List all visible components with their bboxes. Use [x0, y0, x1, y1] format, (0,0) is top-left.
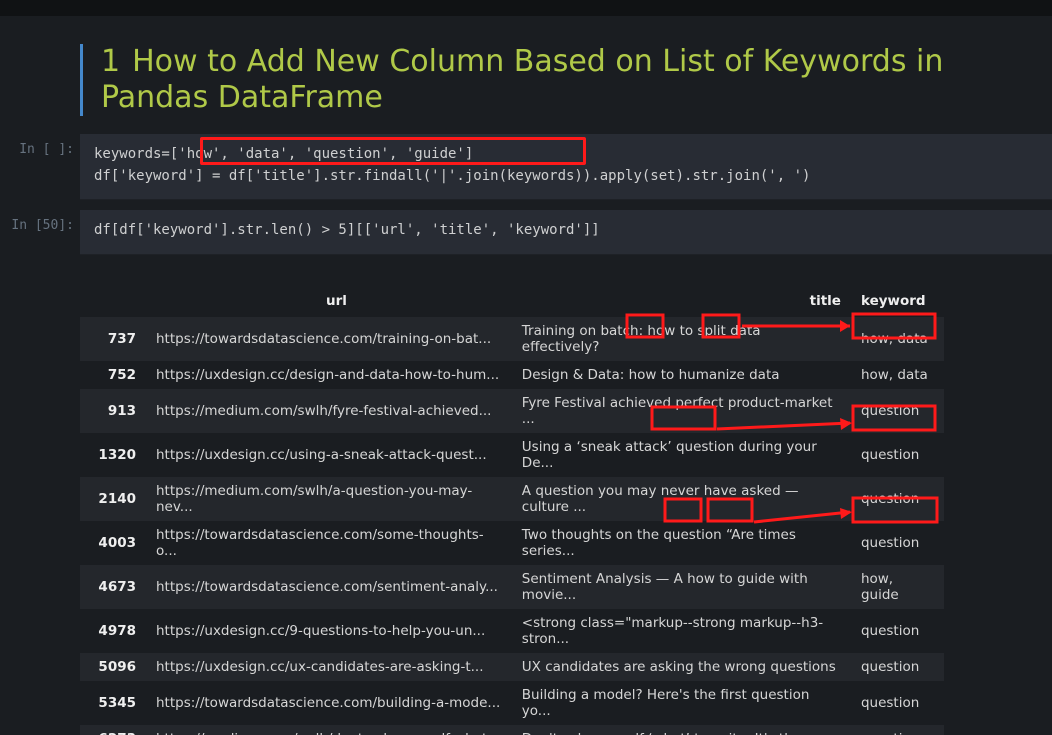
- cell-title: UX candidates are asking the wrong quest…: [512, 653, 851, 681]
- cell-url: https://uxdesign.cc/ux-candidates-are-as…: [146, 653, 512, 681]
- cell-keyword: question: [851, 725, 944, 735]
- col-index: [80, 285, 146, 317]
- code-cell-2: In [50]: df[df['keyword'].str.len() > 5]…: [0, 210, 1052, 255]
- row-index: 6273: [80, 725, 146, 735]
- col-keyword: keyword: [851, 285, 944, 317]
- cell-url: https://uxdesign.cc/using-a-sneak-attack…: [146, 433, 512, 477]
- cell-2-prompt: In [50]:: [0, 218, 74, 233]
- cell-1-line-1: keywords=['how', 'data', 'question', 'gu…: [94, 144, 1038, 166]
- row-index: 737: [80, 317, 146, 361]
- row-index: 5096: [80, 653, 146, 681]
- cell-title: Training on batch: how to split data eff…: [512, 317, 851, 361]
- cell-keyword: how, data: [851, 361, 944, 389]
- table-row: 4003https://towardsdatascience.com/some-…: [80, 521, 944, 565]
- cell-keyword: question: [851, 681, 944, 725]
- cell-title: Don't ask yourself ‘what’ to write. It's…: [512, 725, 851, 735]
- row-index: 5345: [80, 681, 146, 725]
- cell-keyword: question: [851, 389, 944, 433]
- row-index: 4003: [80, 521, 146, 565]
- heading-text: How to Add New Column Based on List of K…: [101, 44, 943, 115]
- row-index: 4978: [80, 609, 146, 653]
- cell-keyword: how, data: [851, 317, 944, 361]
- table-row: 4673https://towardsdatascience.com/senti…: [80, 565, 944, 609]
- cell-url: https://towardsdatascience.com/building-…: [146, 681, 512, 725]
- table-row: 4978https://uxdesign.cc/9-questions-to-h…: [80, 609, 944, 653]
- cell-1-code[interactable]: keywords=['how', 'data', 'question', 'gu…: [80, 134, 1052, 200]
- cell-url: https://towardsdatascience.com/some-thou…: [146, 521, 512, 565]
- dataframe-table: url title keyword 737https://towardsdata…: [80, 285, 944, 735]
- col-title: title: [512, 285, 851, 317]
- cell-2-line-1: df[df['keyword'].str.len() > 5][['url', …: [94, 220, 1038, 242]
- table-row: 2140https://medium.com/swlh/a-question-y…: [80, 477, 944, 521]
- cell-url: https://medium.com/swlh/dont-ask-yoursel…: [146, 725, 512, 735]
- cell-keyword: how, guide: [851, 565, 944, 609]
- table-row: 5096https://uxdesign.cc/ux-candidates-ar…: [80, 653, 944, 681]
- cell-keyword: question: [851, 609, 944, 653]
- cell-keyword: question: [851, 433, 944, 477]
- row-index: 1320: [80, 433, 146, 477]
- cell-keyword: question: [851, 521, 944, 565]
- cell-keyword: question: [851, 477, 944, 521]
- heading-block: 1How to Add New Column Based on List of …: [80, 44, 1052, 116]
- row-index: 2140: [80, 477, 146, 521]
- cell-1-prompt: In [ ]:: [0, 142, 74, 157]
- cell-title: Fyre Festival achieved perfect product-m…: [512, 389, 851, 433]
- cell-title: Building a model? Here's the first quest…: [512, 681, 851, 725]
- table-row: 5345https://towardsdatascience.com/build…: [80, 681, 944, 725]
- row-index: 4673: [80, 565, 146, 609]
- col-url: url: [146, 285, 512, 317]
- cell-title: Sentiment Analysis — A how to guide with…: [512, 565, 851, 609]
- window-topbar: [0, 0, 1052, 16]
- row-index: 752: [80, 361, 146, 389]
- code-cell-1: In [ ]: keywords=['how', 'data', 'questi…: [0, 134, 1052, 200]
- cell-url: https://towardsdatascience.com/sentiment…: [146, 565, 512, 609]
- table-row: 1320https://uxdesign.cc/using-a-sneak-at…: [80, 433, 944, 477]
- cell-url: https://medium.com/swlh/a-question-you-m…: [146, 477, 512, 521]
- table-row: 6273https://medium.com/swlh/dont-ask-you…: [80, 725, 944, 735]
- cell-url: https://uxdesign.cc/9-questions-to-help-…: [146, 609, 512, 653]
- cell-title: Two thoughts on the question “Are times …: [512, 521, 851, 565]
- cell-url: https://towardsdatascience.com/training-…: [146, 317, 512, 361]
- heading-number: 1: [101, 44, 120, 79]
- row-index: 913: [80, 389, 146, 433]
- table-row: 752https://uxdesign.cc/design-and-data-h…: [80, 361, 944, 389]
- cell-title: Design & Data: how to humanize data: [512, 361, 851, 389]
- table-row: 913https://medium.com/swlh/fyre-festival…: [80, 389, 944, 433]
- cell-1-line-2: df['keyword'] = df['title'].str.findall(…: [94, 166, 1038, 188]
- cell-keyword: question: [851, 653, 944, 681]
- cell-title: <strong class="markup--strong markup--h3…: [512, 609, 851, 653]
- cell-url: https://medium.com/swlh/fyre-festival-ac…: [146, 389, 512, 433]
- cell-title: Using a ‘sneak attack’ question during y…: [512, 433, 851, 477]
- table-row: 737https://towardsdatascience.com/traini…: [80, 317, 944, 361]
- output-table-container: url title keyword 737https://towardsdata…: [80, 285, 1052, 735]
- cell-title: A question you may never have asked — cu…: [512, 477, 851, 521]
- cell-url: https://uxdesign.cc/design-and-data-how-…: [146, 361, 512, 389]
- cell-2-code[interactable]: df[df['keyword'].str.len() > 5][['url', …: [80, 210, 1052, 255]
